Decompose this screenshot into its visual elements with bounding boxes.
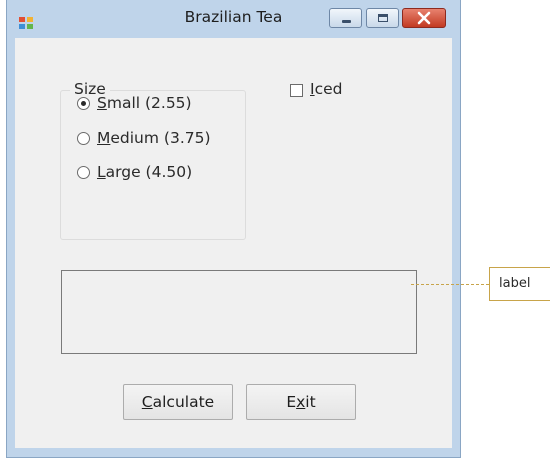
minimize-button[interactable] <box>329 8 362 28</box>
iced-checkbox[interactable] <box>290 84 303 97</box>
exit-label-pre: E <box>286 393 297 411</box>
calculate-mnemonic: C <box>141 393 153 411</box>
radio-large-mnemonic: L <box>97 163 106 181</box>
callout-label: label <box>489 267 550 301</box>
exit-button[interactable]: Exit <box>246 384 356 420</box>
radio-small-indicator[interactable] <box>77 97 90 110</box>
maximize-icon <box>378 14 388 22</box>
radio-small-label[interactable]: Small (2.55) <box>97 94 192 112</box>
radio-small-mnemonic: S <box>97 94 107 112</box>
price-output-label <box>61 270 417 354</box>
radio-large-indicator[interactable] <box>77 166 90 179</box>
radio-medium-label[interactable]: Medium (3.75) <box>97 129 211 147</box>
radio-large-label[interactable]: Large (4.50) <box>97 163 192 181</box>
calculate-button[interactable]: Calculate <box>123 384 233 420</box>
minimize-icon <box>342 20 351 23</box>
app-window: Brazilian Tea Size Small (2.55) Medium (… <box>6 0 461 458</box>
form-client-area: Size Small (2.55) Medium (3.75) Large (4… <box>15 38 452 448</box>
iced-checkbox-label[interactable]: Iced <box>310 80 342 98</box>
callout-leader-line <box>411 284 489 285</box>
calculate-label-post: alculate <box>152 393 215 411</box>
maximize-button[interactable] <box>366 8 399 28</box>
radio-medium-label-post: edium (3.75) <box>110 129 211 147</box>
radio-large-label-post: arge (4.50) <box>105 163 193 181</box>
radio-medium-mnemonic: M <box>97 129 111 147</box>
close-icon <box>417 11 431 25</box>
radio-medium-indicator[interactable] <box>77 132 90 145</box>
radio-small-label-post: mall (2.55) <box>106 94 192 112</box>
close-button[interactable] <box>402 8 446 28</box>
exit-mnemonic: x <box>296 393 306 411</box>
title-bar[interactable]: Brazilian Tea <box>7 0 460 38</box>
iced-label-post: ced <box>314 80 343 98</box>
exit-label-post: it <box>305 393 316 411</box>
